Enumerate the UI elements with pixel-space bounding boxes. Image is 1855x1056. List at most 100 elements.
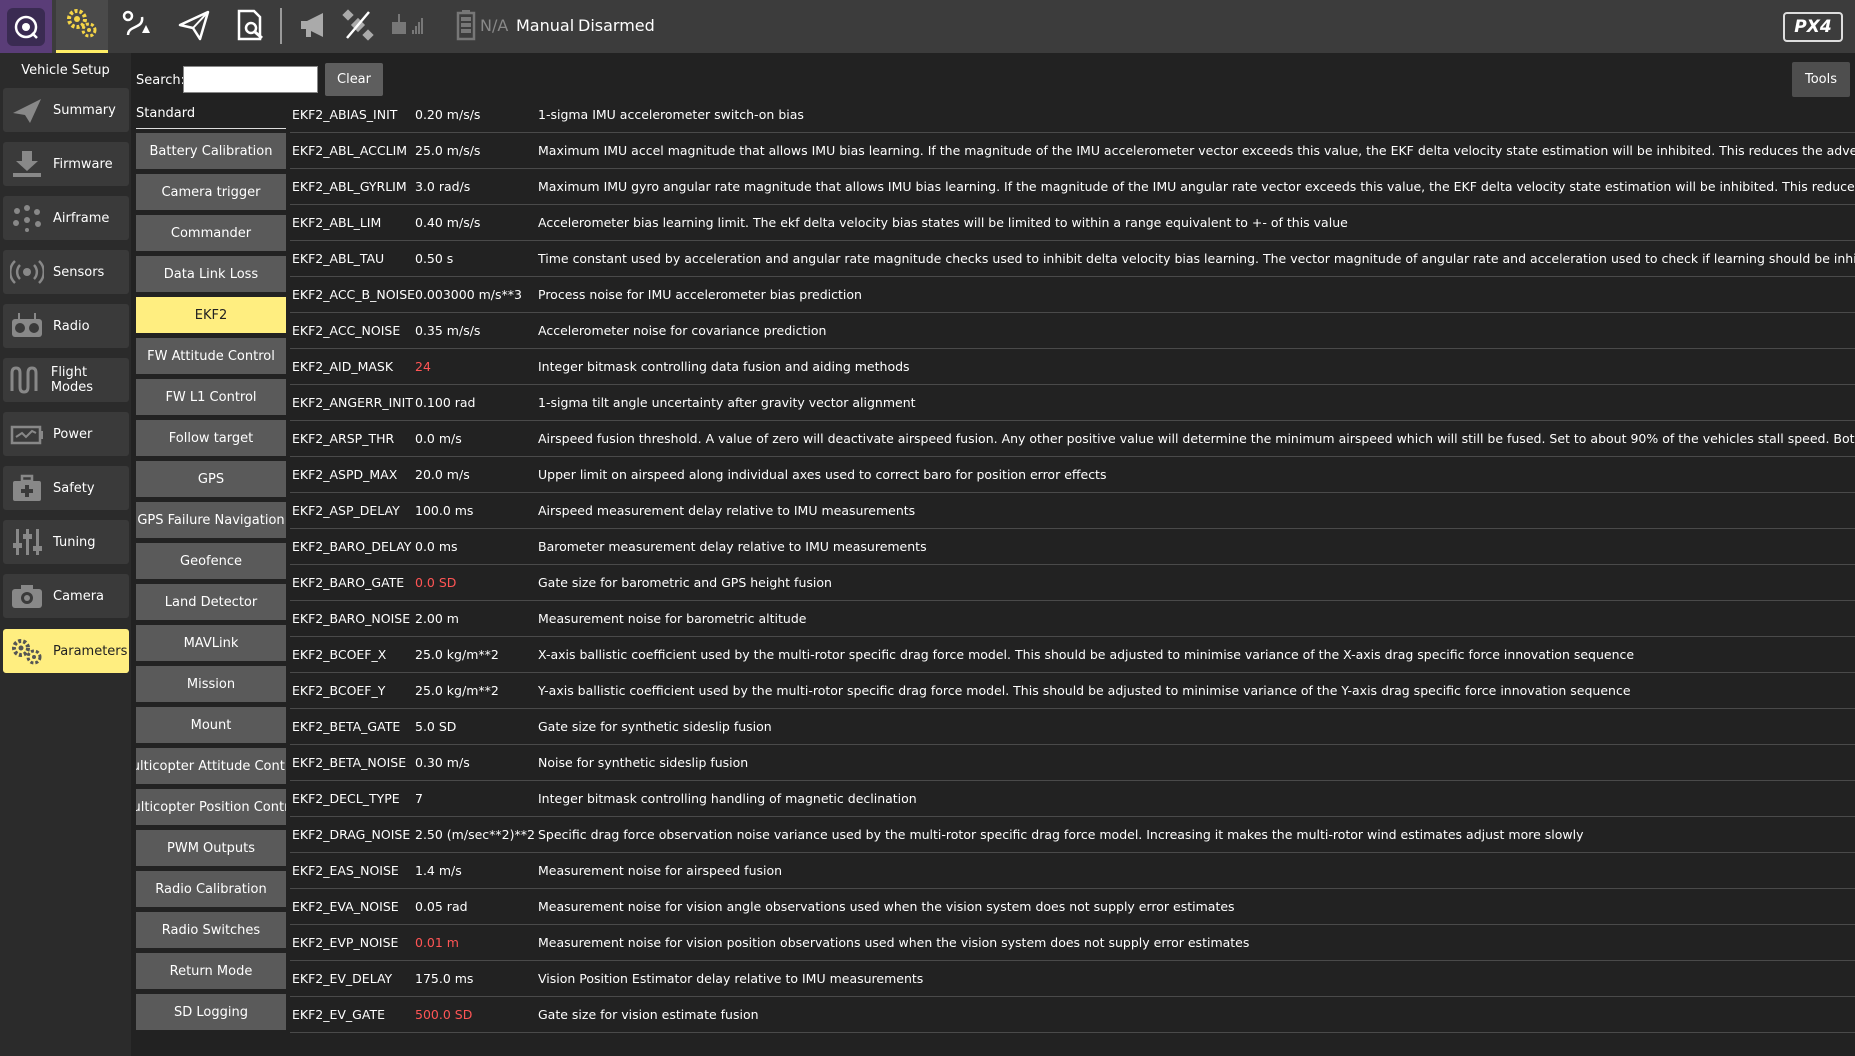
param-row[interactable]: EKF2_BETA_NOISE 0.30 m/s Noise for synthet… xyxy=(290,745,1855,781)
tools-button[interactable]: Tools xyxy=(1792,62,1850,97)
param-value: 5.0 SD xyxy=(415,719,457,734)
group-follow-target[interactable]: Follow target xyxy=(136,420,286,456)
setup-item-camera[interactable]: Camera xyxy=(3,574,129,618)
setup-item-airframe[interactable]: Airframe xyxy=(3,196,129,240)
param-row[interactable]: EKF2_BARO_DELAY 0.0 ms Barometer measureme… xyxy=(290,529,1855,565)
param-name: EKF2_ABIAS_INIT xyxy=(292,107,398,122)
param-description: 1-sigma tilt angle uncertainty after gra… xyxy=(538,395,916,410)
clear-button[interactable]: Clear xyxy=(325,63,383,96)
param-row[interactable]: EKF2_ASP_DELAY 100.0 ms Airspeed measureme… xyxy=(290,493,1855,529)
setup-item-summary[interactable]: Summary xyxy=(3,88,129,132)
group-ekf2[interactable]: EKF2 xyxy=(136,297,286,333)
group-fw-attitude-control[interactable]: FW Attitude Control xyxy=(136,338,286,374)
px4-logo: PX4 xyxy=(1783,12,1843,42)
sensors-icon xyxy=(7,254,47,290)
param-row[interactable]: EKF2_EV_GATE 500.0 SD Gate size for vision… xyxy=(290,997,1855,1033)
arm-state-indicator[interactable]: Disarmed xyxy=(578,16,655,35)
param-name: EKF2_DECL_TYPE xyxy=(292,791,400,806)
group-battery-calibration[interactable]: Battery Calibration xyxy=(136,133,286,169)
param-row[interactable]: EKF2_ARSP_THR 0.0 m/s Airspeed fusion thre… xyxy=(290,421,1855,457)
download-icon xyxy=(7,146,47,182)
param-row[interactable]: EKF2_BETA_GATE 5.0 SD Gate size for synthe… xyxy=(290,709,1855,745)
param-row[interactable]: EKF2_AID_MASK 24 Integer bitmask controlli… xyxy=(290,349,1855,385)
param-value: 0.35 m/s/s xyxy=(415,323,481,338)
setup-item-safety[interactable]: Safety xyxy=(3,466,129,510)
group-gps[interactable]: GPS xyxy=(136,461,286,497)
param-description: Measurement noise for vision angle obser… xyxy=(538,899,1235,914)
param-row[interactable]: EKF2_ABL_ACCLIM 25.0 m/s/s Maximum IMU acc… xyxy=(290,133,1855,169)
gps-indicator[interactable] xyxy=(336,0,380,53)
param-description: 1-sigma IMU accelerometer switch-on bias xyxy=(538,107,804,122)
group-radio-switches[interactable]: Radio Switches xyxy=(136,912,286,948)
param-row[interactable]: EKF2_ABL_TAU 0.50 s Time constant used by … xyxy=(290,241,1855,277)
setup-item-tuning[interactable]: Tuning xyxy=(3,520,129,564)
group-mount[interactable]: Mount xyxy=(136,707,286,743)
flight-mode-selector[interactable]: Manual xyxy=(516,16,574,35)
param-row[interactable]: EKF2_DECL_TYPE 7 Integer bitmask controlli… xyxy=(290,781,1855,817)
vehicle-setup-button[interactable] xyxy=(56,0,108,53)
setup-item-firmware[interactable]: Firmware xyxy=(3,142,129,186)
app-menu-button[interactable] xyxy=(0,0,52,53)
param-row[interactable]: EKF2_ASPD_MAX 20.0 m/s Upper limit on airs… xyxy=(290,457,1855,493)
param-row[interactable]: EKF2_BCOEF_X 25.0 kg/m**2 X-axis ballistic… xyxy=(290,637,1855,673)
vehicle-setup-panel: Vehicle Setup Summary Firmware Airframe Sen… xyxy=(0,53,131,1056)
param-value: 500.0 SD xyxy=(415,1007,473,1022)
setup-item-flight-modes[interactable]: Flight Modes xyxy=(3,358,129,402)
group-mission[interactable]: Mission xyxy=(136,666,286,702)
rc-rssi-indicator[interactable] xyxy=(384,0,428,53)
param-value: 25.0 kg/m**2 xyxy=(415,683,499,698)
param-value: 2.50 (m/sec**2)**2 xyxy=(415,827,535,842)
param-row[interactable]: EKF2_EV_DELAY 175.0 ms Vision Position Est… xyxy=(290,961,1855,997)
group-multicopter-position-control[interactable]: Multicopter Position Control xyxy=(136,789,286,825)
param-row[interactable]: EKF2_BARO_NOISE 2.00 m Measurement noise f… xyxy=(290,601,1855,637)
battery-indicator[interactable] xyxy=(448,0,484,53)
group-pwm-outputs[interactable]: PWM Outputs xyxy=(136,830,286,866)
param-name: EKF2_EAS_NOISE xyxy=(292,863,399,878)
param-description: Measurement noise for airspeed fusion xyxy=(538,863,783,878)
fly-view-button[interactable] xyxy=(168,0,220,53)
param-row[interactable]: EKF2_EAS_NOISE 1.4 m/s Measurement noise f… xyxy=(290,853,1855,889)
param-description: Barometer measurement delay relative to … xyxy=(538,539,927,554)
group-data-link-loss[interactable]: Data Link Loss xyxy=(136,256,286,292)
setup-item-power[interactable]: Power xyxy=(3,412,129,456)
messages-indicator[interactable] xyxy=(292,0,336,53)
param-row[interactable]: EKF2_EVP_NOISE 0.01 m Measurement noise fo… xyxy=(290,925,1855,961)
param-row[interactable]: EKF2_ABIAS_INIT 0.20 m/s/s 1-sigma IMU acc… xyxy=(290,97,1855,133)
analyze-button[interactable] xyxy=(224,0,276,53)
param-row[interactable]: EKF2_ABL_GYRLIM 3.0 rad/s Maximum IMU gyro… xyxy=(290,169,1855,205)
param-row[interactable]: EKF2_BCOEF_Y 25.0 kg/m**2 Y-axis ballistic… xyxy=(290,673,1855,709)
setup-item-parameters[interactable]: Parameters xyxy=(3,629,129,673)
param-description: Maximum IMU accel magnitude that allows … xyxy=(538,143,1855,158)
group-gps-failure-navigation[interactable]: GPS Failure Navigation xyxy=(136,502,286,538)
group-return-mode[interactable]: Return Mode xyxy=(136,953,286,989)
group-radio-calibration[interactable]: Radio Calibration xyxy=(136,871,286,907)
plan-flight-button[interactable] xyxy=(112,0,164,53)
param-description: Maximum IMU gyro angular rate magnitude … xyxy=(538,179,1855,194)
param-row[interactable]: EKF2_DRAG_NOISE 2.50 (m/sec**2)**2 Specifi… xyxy=(290,817,1855,853)
param-name: EKF2_BCOEF_Y xyxy=(292,683,386,698)
group-geofence[interactable]: Geofence xyxy=(136,543,286,579)
setup-item-radio[interactable]: Radio xyxy=(3,304,129,348)
search-input[interactable] xyxy=(183,66,318,93)
param-row[interactable]: EKF2_ANGERR_INIT 0.100 rad 1-sigma tilt an… xyxy=(290,385,1855,421)
param-description: Accelerometer noise for covariance predi… xyxy=(538,323,827,338)
param-row[interactable]: EKF2_BARO_GATE 0.0 SD Gate size for barome… xyxy=(290,565,1855,601)
setup-item-sensors[interactable]: Sensors xyxy=(3,250,129,294)
group-commander[interactable]: Commander xyxy=(136,215,286,251)
param-row[interactable]: EKF2_ACC_NOISE 0.35 m/s/s Accelerometer no… xyxy=(290,313,1855,349)
param-row[interactable]: EKF2_ACC_B_NOISE 0.003000 m/s**3 Process n… xyxy=(290,277,1855,313)
setup-item-label: Sensors xyxy=(53,264,105,280)
param-name: EKF2_BARO_DELAY xyxy=(292,539,412,554)
group-fw-l1-control[interactable]: FW L1 Control xyxy=(136,379,286,415)
group-land-detector[interactable]: Land Detector xyxy=(136,584,286,620)
param-row[interactable]: EKF2_EVA_NOISE 0.05 rad Measurement noise … xyxy=(290,889,1855,925)
param-value: 0.003000 m/s**3 xyxy=(415,287,522,302)
group-camera-trigger[interactable]: Camera trigger xyxy=(136,174,286,210)
group-multicopter-attitude-control[interactable]: Multicopter Attitude Control xyxy=(136,748,286,784)
setup-item-label: Summary xyxy=(53,102,116,118)
group-sd-logging[interactable]: SD Logging xyxy=(136,994,286,1030)
param-value: 175.0 ms xyxy=(415,971,474,986)
param-row[interactable]: EKF2_ABL_LIM 0.40 m/s/s Accelerometer bias… xyxy=(290,205,1855,241)
param-name: EKF2_ACC_B_NOISE xyxy=(292,287,416,302)
group-mavlink[interactable]: MAVLink xyxy=(136,625,286,661)
